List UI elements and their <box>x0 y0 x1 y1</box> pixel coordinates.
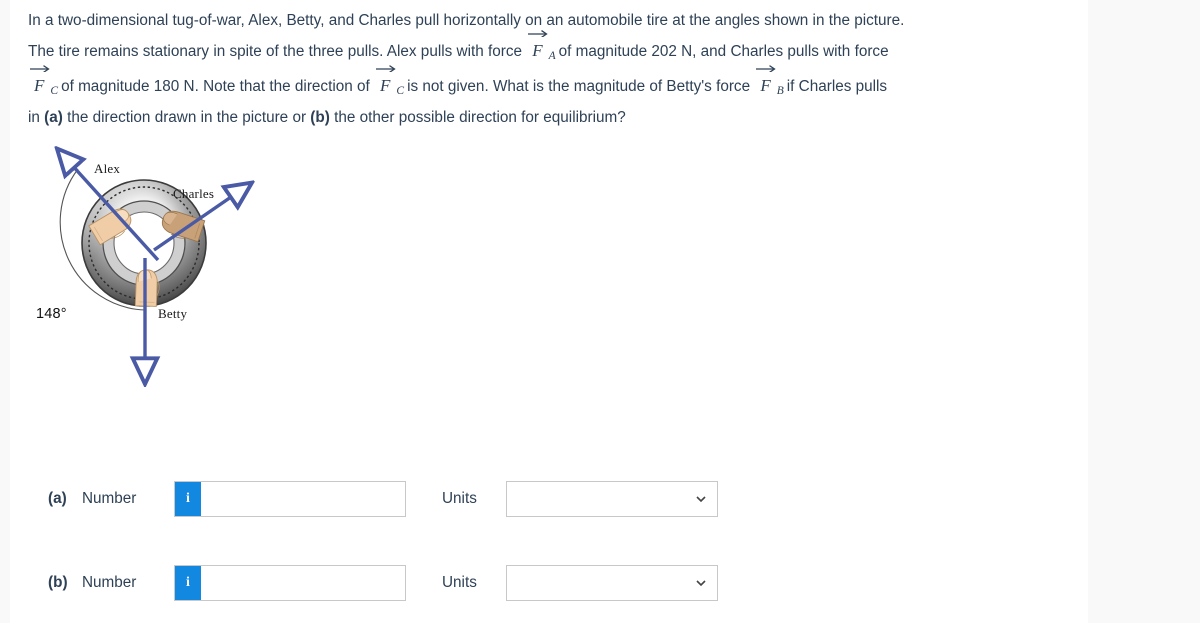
statement-line-3: F Cof magnitude 180 N. Note that the dir… <box>28 65 1076 106</box>
left-gutter <box>0 0 10 623</box>
statement-text-2b: of magnitude 202 N, and Charles pulls wi… <box>558 43 889 60</box>
vector-f-glyph: F <box>760 76 771 95</box>
statement-text-2a: The tire remains stationary in spite of … <box>28 43 522 60</box>
subscript-c2: C <box>396 85 405 97</box>
info-icon-b[interactable]: i <box>175 566 201 600</box>
figure-svg <box>32 138 292 400</box>
info-icon-a[interactable]: i <box>175 482 201 516</box>
subscript-a: A <box>548 50 556 62</box>
tug-of-war-figure: Alex Charles Betty 148° <box>32 138 292 400</box>
units-label-a: Units <box>442 490 477 507</box>
problem-statement: In a two-dimensional tug-of-war, Alex, B… <box>28 6 1076 130</box>
figure-label-charles: Charles <box>173 186 215 201</box>
vector-f-a: F <box>526 30 548 66</box>
vector-f-glyph: F <box>380 76 391 95</box>
vector-f-b: F <box>754 65 776 101</box>
statement-text-3b: is not given. What is the magnitude of B… <box>407 78 751 95</box>
answer-row-a: (a) Number i Units <box>48 479 718 519</box>
statement-line-1: In a two-dimensional tug-of-war, Alex, B… <box>28 6 1076 36</box>
number-input-group-b: i <box>174 565 406 601</box>
statement-line-2: The tire remains stationary in spite of … <box>28 30 1076 71</box>
number-input-a[interactable] <box>201 482 405 516</box>
subscript-b: B <box>776 85 784 97</box>
part-a-marker: (a) <box>44 109 63 126</box>
statement-text-4b: the direction drawn in the picture or <box>67 109 307 126</box>
number-input-group-a: i <box>174 481 406 517</box>
statement-text-4a: in <box>28 109 40 126</box>
vector-f-glyph: F <box>34 76 45 95</box>
part-b-marker: (b) <box>310 109 330 126</box>
hand-betty <box>134 269 160 307</box>
figure-label-betty: Betty <box>158 306 188 321</box>
vector-f-glyph: F <box>532 41 543 60</box>
answer-row-b: (b) Number i Units <box>48 563 718 603</box>
number-label-a: Number <box>82 490 137 507</box>
units-label-b: Units <box>442 574 477 591</box>
statement-text-3c: if Charles pulls <box>786 78 888 95</box>
statement-text-4c: the other possible direction for equilib… <box>334 109 626 126</box>
vector-arrow-icon <box>756 65 776 72</box>
units-select-wrap-a <box>506 481 718 517</box>
statement-line-4: in (a) the direction drawn in the pictur… <box>28 106 1076 130</box>
units-select-wrap-b <box>506 565 718 601</box>
problem-page: In a two-dimensional tug-of-war, Alex, B… <box>10 0 1088 623</box>
vector-arrow-icon <box>30 65 50 72</box>
statement-text-1: In a two-dimensional tug-of-war, Alex, B… <box>28 12 905 29</box>
answer-part-label-a: (a) <box>48 490 67 507</box>
vector-arrow-icon <box>528 30 548 37</box>
right-gutter <box>1088 0 1200 623</box>
figure-angle-label: 148° <box>36 306 67 322</box>
vector-f-c2: F <box>374 65 396 101</box>
number-label-b: Number <box>82 574 137 591</box>
subscript-c1: C <box>50 85 59 97</box>
number-input-b[interactable] <box>201 566 405 600</box>
statement-text-3a: of magnitude 180 N. Note that the direct… <box>61 78 370 95</box>
figure-label-alex: Alex <box>94 161 121 176</box>
units-select-a[interactable] <box>506 481 718 517</box>
vector-f-c1: F <box>28 65 50 101</box>
answer-part-label-b: (b) <box>48 574 68 591</box>
units-select-b[interactable] <box>506 565 718 601</box>
vector-arrow-icon <box>376 65 396 72</box>
